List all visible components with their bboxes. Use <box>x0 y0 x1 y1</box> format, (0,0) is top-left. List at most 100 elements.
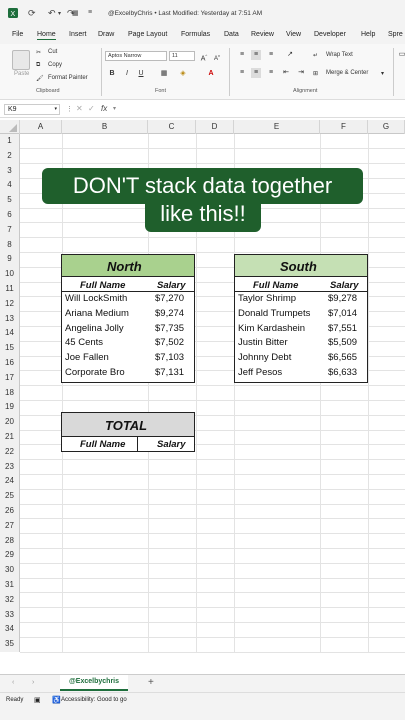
north-row-salary[interactable]: $7,735 <box>155 323 184 334</box>
south-row-salary[interactable]: $6,565 <box>328 352 357 363</box>
column-header[interactable]: E <box>234 120 320 134</box>
menu-data[interactable]: Data <box>224 31 239 38</box>
number-format-icon[interactable]: ▭ <box>397 50 405 60</box>
prev-sheet-icon[interactable]: ‹ <box>12 679 14 686</box>
formula-input[interactable] <box>124 104 400 115</box>
row-header[interactable]: 30 <box>0 563 20 578</box>
row-header[interactable]: 22 <box>0 444 20 460</box>
row-header[interactable]: 25 <box>0 489 20 504</box>
align-left-icon[interactable]: ≡ <box>237 68 247 78</box>
menu-page-layout[interactable]: Page Layout <box>128 31 167 38</box>
south-row-name[interactable]: Jeff Pesos <box>238 367 282 378</box>
accessibility-status[interactable]: Accessibility: Good to go <box>61 697 127 703</box>
row-header[interactable]: 13 <box>0 311 20 327</box>
cancel-icon[interactable]: ✕ <box>76 104 83 113</box>
south-row-salary[interactable]: $5,509 <box>328 337 357 348</box>
row-header[interactable]: 11 <box>0 282 20 297</box>
row-header[interactable]: 27 <box>0 518 20 534</box>
align-right-icon[interactable]: ≡ <box>266 68 276 78</box>
menu-view[interactable]: View <box>286 31 301 38</box>
format-painter-icon[interactable]: 🖌 <box>36 75 44 82</box>
row-header[interactable]: 20 <box>0 415 20 430</box>
menu-insert[interactable]: Insert <box>69 31 87 38</box>
fill-color-icon[interactable]: ◈ <box>178 69 188 79</box>
south-row-name[interactable]: Donald Trumpets <box>238 308 310 319</box>
row-header[interactable]: 19 <box>0 400 20 416</box>
south-row-name[interactable]: Justin Bitter <box>238 337 288 348</box>
menu-developer[interactable]: Developer <box>314 31 346 38</box>
merge-center-button[interactable]: Merge & Center <box>326 70 368 76</box>
row-header[interactable]: 34 <box>0 622 20 638</box>
align-top-icon[interactable]: ≡ <box>237 50 247 60</box>
orientation-icon[interactable]: ↗ <box>285 50 295 60</box>
column-header[interactable]: C <box>148 120 196 134</box>
column-header[interactable]: D <box>196 120 234 134</box>
table-icon[interactable]: ▦ <box>72 9 79 17</box>
south-row-salary[interactable]: $7,551 <box>328 323 357 334</box>
column-header[interactable]: A <box>20 120 62 134</box>
paste-button[interactable]: Paste <box>14 71 29 77</box>
increase-font-size-icon[interactable]: A^ <box>199 51 209 62</box>
borders-icon[interactable]: ▦ <box>159 69 169 79</box>
row-header[interactable]: 14 <box>0 326 20 342</box>
select-all-button[interactable] <box>0 120 20 134</box>
enter-icon[interactable]: ✓ <box>88 104 95 113</box>
macro-recorder-icon[interactable]: ▣ <box>34 696 41 704</box>
south-row-salary[interactable]: $7,014 <box>328 308 357 319</box>
north-row-salary[interactable]: $9,274 <box>155 308 184 319</box>
sheet-tab-active[interactable]: @Excelbychris <box>60 675 128 691</box>
customize-toolbar-icon[interactable]: ≡ <box>88 9 92 16</box>
font-size-select[interactable]: 11 <box>169 51 195 61</box>
south-row-salary[interactable]: $9,278 <box>328 293 357 304</box>
menu-file[interactable]: File <box>12 31 23 38</box>
north-row-salary[interactable]: $7,270 <box>155 293 184 304</box>
north-row-name[interactable]: Ariana Medium <box>65 308 129 319</box>
row-header[interactable]: 10 <box>0 267 20 282</box>
italic-button[interactable]: I <box>122 69 132 79</box>
wrap-text-icon[interactable]: ↵ <box>313 52 318 59</box>
row-header[interactable]: 26 <box>0 504 20 519</box>
north-row-name[interactable]: 45 Cents <box>65 337 103 348</box>
row-header[interactable]: 31 <box>0 578 20 593</box>
wrap-text-button[interactable]: Wrap Text <box>326 52 353 58</box>
south-row-name[interactable]: Kim Kardashein <box>238 323 305 334</box>
add-sheet-button[interactable]: + <box>148 677 154 688</box>
north-row-name[interactable]: Will LockSmith <box>65 293 127 304</box>
row-header[interactable]: 18 <box>0 385 20 401</box>
more-options-icon[interactable]: ⋮ <box>66 105 73 113</box>
column-header[interactable]: G <box>368 120 405 134</box>
format-painter-button[interactable]: Format Painter <box>48 75 88 81</box>
name-box[interactable]: K9 ▾ <box>4 104 60 115</box>
north-row-name[interactable]: Joe Fallen <box>65 352 109 363</box>
menu-formulas[interactable]: Formulas <box>181 31 210 38</box>
accessibility-icon[interactable]: ♿ <box>52 696 61 704</box>
row-header[interactable]: 33 <box>0 607 20 623</box>
align-bottom-icon[interactable]: ≡ <box>266 50 276 60</box>
column-header[interactable]: B <box>62 120 148 134</box>
north-row-name[interactable]: Angelina Jolly <box>65 323 124 334</box>
row-header[interactable]: 4 <box>0 178 20 194</box>
row-header[interactable]: 6 <box>0 208 20 223</box>
decrease-font-size-icon[interactable]: Av <box>212 51 222 62</box>
row-header[interactable]: 24 <box>0 474 20 490</box>
north-row-name[interactable]: Corporate Bro <box>65 367 125 378</box>
row-header[interactable]: 15 <box>0 341 20 356</box>
undo-icon[interactable]: ↶ <box>48 8 56 19</box>
row-header[interactable]: 8 <box>0 237 20 253</box>
row-header[interactable]: 21 <box>0 430 20 445</box>
paste-icon[interactable] <box>12 50 30 70</box>
menu-home[interactable]: Home <box>37 31 56 40</box>
font-color-icon[interactable]: A <box>206 69 216 79</box>
south-row-name[interactable]: Taylor Shrimp <box>238 293 296 304</box>
row-header[interactable]: 17 <box>0 370 20 386</box>
row-header[interactable]: 28 <box>0 533 20 549</box>
row-header[interactable]: 3 <box>0 163 20 179</box>
north-row-salary[interactable]: $7,131 <box>155 367 184 378</box>
south-row-salary[interactable]: $6,633 <box>328 367 357 378</box>
row-header[interactable]: 29 <box>0 548 20 564</box>
font-name-select[interactable]: Aptos Narrow <box>105 51 167 61</box>
cut-icon[interactable]: ✂ <box>36 49 41 56</box>
column-header[interactable]: F <box>320 120 368 134</box>
row-header[interactable]: 32 <box>0 592 20 608</box>
row-header[interactable]: 12 <box>0 296 20 312</box>
